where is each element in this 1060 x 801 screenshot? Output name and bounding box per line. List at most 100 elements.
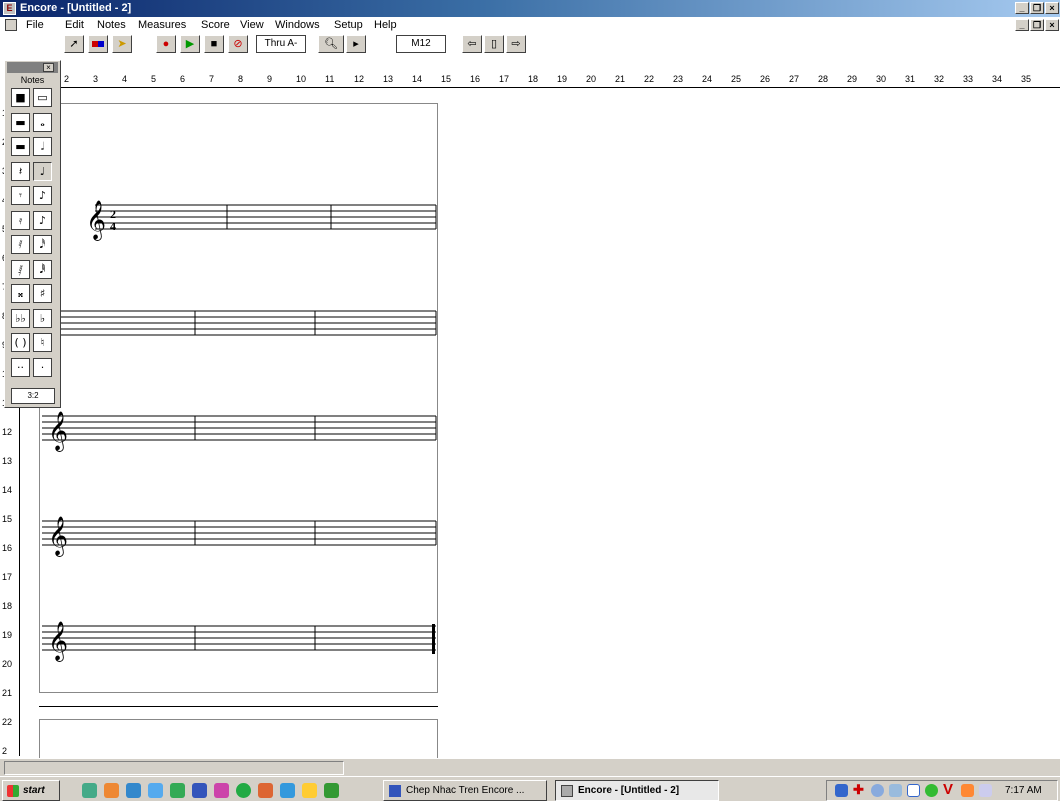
ruler-tick: 11 — [325, 74, 335, 84]
next-page-icon[interactable]: ⇨ — [506, 35, 526, 53]
quicklaunch-desktop-icon[interactable] — [82, 783, 97, 798]
status-panel — [4, 761, 344, 775]
quicklaunch-media-icon[interactable] — [236, 783, 251, 798]
tray-network-icon[interactable] — [835, 784, 848, 797]
flat-icon[interactable]: ♭ — [33, 308, 52, 328]
menu-view[interactable]: View — [240, 19, 264, 31]
encore-app-icon[interactable]: E — [3, 2, 16, 15]
quicklaunch-excel-icon[interactable] — [170, 783, 185, 798]
zoom-icon[interactable]: 🔍︎ — [318, 35, 344, 53]
quicklaunch-grid-icon[interactable] — [324, 783, 339, 798]
sixtyfourth-note-icon[interactable]: 𝅘𝅥𝅱 — [33, 259, 52, 279]
half-note-icon[interactable]: 𝅗𝅥 — [33, 137, 52, 156]
pointer-tool-icon[interactable]: ➚ — [64, 35, 84, 53]
quicklaunch-powerpoint-icon[interactable] — [214, 783, 229, 798]
doc-minimize-icon[interactable]: _ — [1015, 19, 1029, 31]
menu-measures[interactable]: Measures — [138, 19, 186, 31]
quarter-rest-icon[interactable]: 𝄽 — [11, 161, 30, 181]
score-page-2[interactable] — [39, 719, 438, 759]
ruler-tick: 23 — [673, 74, 684, 84]
ruler-tick: 19 — [557, 74, 568, 84]
tray-messenger-icon[interactable] — [925, 784, 938, 797]
minimize-icon[interactable]: _ — [1015, 2, 1029, 14]
whole-rest-icon[interactable]: ■ — [11, 88, 30, 107]
thirtysecond-rest-icon[interactable]: 𝅀 — [11, 235, 30, 254]
quicklaunch-app-icon[interactable] — [302, 783, 317, 798]
thirtysecond-note-icon[interactable]: 𝅘𝅥𝅰 — [33, 235, 52, 254]
double-sharp-icon[interactable]: 𝄪 — [11, 284, 30, 303]
play-pointer-tool-icon[interactable]: ➤ — [112, 35, 132, 53]
page-separator — [39, 706, 438, 707]
task-encore[interactable]: Encore - [Untitled - 2] — [555, 780, 719, 801]
record-icon[interactable]: ● — [156, 35, 176, 53]
measure-indicator[interactable]: M12 — [396, 35, 446, 53]
quarter-note-icon[interactable]: ♩ — [33, 161, 52, 181]
quicklaunch-browser-icon[interactable] — [280, 783, 295, 798]
thru-select[interactable]: Thru A- — [256, 35, 306, 53]
encore-task-icon — [561, 785, 573, 797]
tray-v-icon[interactable]: V — [943, 781, 953, 798]
doc-restore-icon[interactable]: ❐ — [1030, 19, 1044, 31]
sharp-icon[interactable]: ♯ — [33, 284, 52, 303]
ruler-tick: 9 — [267, 74, 273, 84]
clock[interactable]: 7:17 AM — [1005, 785, 1042, 796]
menu-help[interactable]: Help — [374, 19, 397, 31]
step-play-icon[interactable]: ▸ — [346, 35, 366, 53]
notes-palette[interactable]: × Notes ■ ▭ ▬ 𝅝 ▬ 𝅗𝅥 𝄽 ♩ 𝄾 ♪ 𝄿 ♪ 𝅀 𝅘𝅥𝅰 𝅁 𝅘𝅥𝅱 𝄪 ♯ ♭♭ ♭( ) ♮ ··… — [4, 60, 61, 408]
menu-edit[interactable]: Edit — [65, 19, 84, 31]
menu-file[interactable]: File — [26, 19, 44, 31]
page-icon[interactable]: ▯ — [484, 35, 504, 53]
score-staves[interactable]: 𝄞𝄞𝄞𝄞 2 4 — [40, 104, 439, 694]
title-bar[interactable]: E Encore - [Untitled - 2] _ ❐ × — [0, 0, 1060, 17]
quicklaunch-ie-icon[interactable] — [126, 783, 141, 798]
task-word-document[interactable]: Chep Nhac Tren Encore ... — [383, 780, 547, 801]
midi-off-icon[interactable]: ⊘ — [228, 35, 248, 53]
prev-page-icon[interactable]: ⇦ — [462, 35, 482, 53]
close-icon[interactable]: × — [1045, 2, 1059, 14]
ruler-tick: 34 — [992, 74, 1003, 84]
parentheses-icon[interactable]: ( ) — [11, 333, 30, 352]
document-menu-icon[interactable] — [5, 19, 17, 31]
vruler-tick: 12 — [2, 427, 13, 437]
play-icon[interactable]: ▶ — [180, 35, 200, 53]
stop-icon[interactable]: ■ — [204, 35, 224, 53]
menu-notes[interactable]: Notes — [97, 19, 126, 31]
sixteenth-rest-icon[interactable]: 𝄿 — [11, 210, 30, 230]
ruler-tick: 5 — [151, 74, 157, 84]
whole-note-icon[interactable]: 𝅝 — [33, 112, 52, 132]
quicklaunch-messenger-icon[interactable] — [104, 783, 119, 798]
menu-windows[interactable]: Windows — [275, 19, 320, 31]
tuplet-button[interactable]: 3:2 — [11, 388, 55, 404]
menu-score[interactable]: Score — [201, 19, 230, 31]
natural-icon[interactable]: ♮ — [33, 333, 52, 352]
quicklaunch-tool-icon[interactable] — [258, 783, 273, 798]
eighth-rest-icon[interactable]: 𝄾 — [11, 186, 30, 205]
quicklaunch-explorer-icon[interactable] — [148, 783, 163, 798]
palette-close-icon[interactable]: × — [43, 63, 54, 72]
menu-setup[interactable]: Setup — [334, 19, 363, 31]
quicklaunch-word-icon[interactable] — [192, 783, 207, 798]
half-rest-icon[interactable]: ▬ — [11, 112, 30, 132]
tray-sync-icon[interactable] — [871, 784, 884, 797]
start-button[interactable]: start — [2, 780, 60, 801]
tray-plus-icon[interactable]: ✚ — [853, 782, 864, 798]
restore-icon[interactable]: ❐ — [1030, 2, 1044, 14]
eighth-note-icon[interactable]: ♪ — [33, 186, 52, 205]
final-barline — [432, 624, 435, 654]
score-page[interactable]: 𝄞 𝄞 𝄞 𝄞 2 4 — [39, 103, 438, 693]
sixtyfourth-rest-icon[interactable]: 𝅁 — [11, 259, 30, 279]
dot-icon[interactable]: · — [33, 357, 52, 377]
tray-antivirus-icon[interactable] — [961, 784, 974, 797]
color-tool-icon[interactable] — [88, 35, 108, 53]
double-flat-icon[interactable]: ♭♭ — [11, 308, 30, 328]
start-label: start — [23, 785, 45, 796]
quarter-rest-alt-icon[interactable]: ▬ — [11, 137, 30, 156]
sixteenth-note-icon[interactable]: ♪ — [33, 210, 52, 230]
tray-volume-icon[interactable] — [979, 784, 992, 797]
doc-close-icon[interactable]: × — [1045, 19, 1059, 31]
double-dot-icon[interactable]: ·· — [11, 357, 30, 377]
double-whole-note-icon[interactable]: ▭ — [33, 88, 52, 107]
tray-phone-icon[interactable] — [889, 784, 902, 797]
time-signature-bottom: 4 — [110, 219, 116, 233]
tray-vietkey-icon[interactable] — [907, 784, 920, 797]
